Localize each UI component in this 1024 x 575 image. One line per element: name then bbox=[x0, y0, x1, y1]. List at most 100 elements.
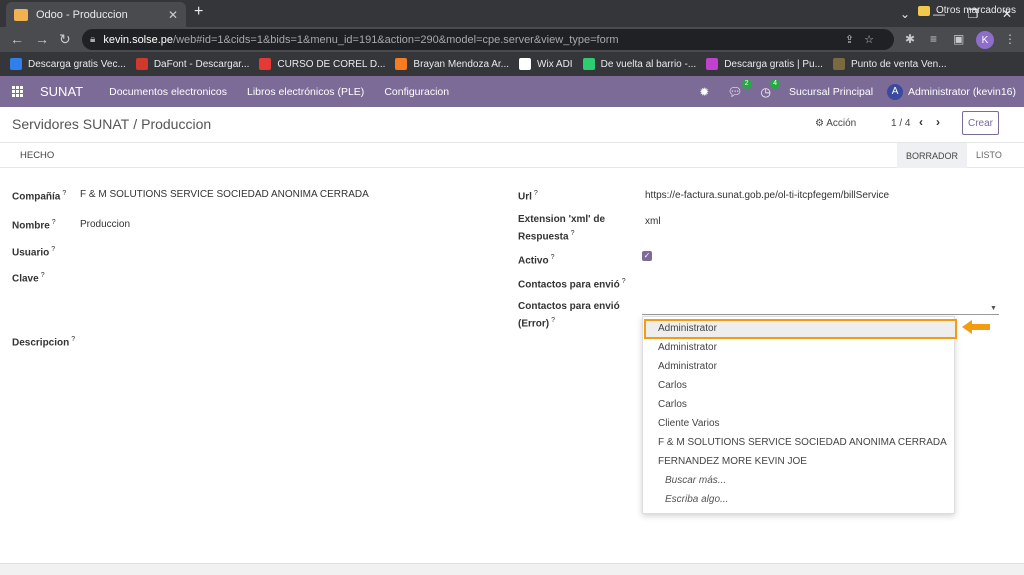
menu-documentos[interactable]: Documentos electronicos bbox=[109, 86, 227, 98]
stage-draft[interactable]: BORRADOR bbox=[897, 143, 967, 168]
navbar-right: ✹ 💬︎ 2 ◷ 4 Sucursal Principal A Administra… bbox=[699, 76, 1024, 107]
bookmark-item[interactable]: DaFont - Descargar... bbox=[126, 58, 249, 70]
key-label: Clave? bbox=[12, 272, 45, 285]
company-label: Compañía? bbox=[12, 190, 67, 203]
activity-icon[interactable]: ◷ 4 bbox=[761, 78, 780, 99]
user-label: Usuario? bbox=[12, 246, 56, 259]
bookmark-favicon-icon bbox=[259, 58, 272, 70]
name-label: Nombre? bbox=[12, 219, 56, 232]
horizontal-scrollbar[interactable] bbox=[0, 563, 1024, 575]
autocomplete-dropdown: Administrator Administrator Administrato… bbox=[642, 316, 957, 514]
bookmark-favicon-icon bbox=[395, 58, 408, 70]
other-bookmarks[interactable]: Otros marcadores bbox=[917, 5, 1016, 16]
browser-tab[interactable]: Odoo - Produccion ✕ bbox=[6, 2, 186, 27]
dropdown-option[interactable]: Carlos bbox=[658, 380, 687, 391]
bug-icon[interactable]: ✹ bbox=[699, 85, 709, 99]
extensions-icon[interactable]: ✱ bbox=[905, 32, 915, 46]
bookmark-item[interactable]: CURSO DE COREL D... bbox=[249, 58, 385, 70]
user-menu[interactable]: Administrator (kevin16) bbox=[908, 86, 1016, 98]
bookmark-favicon-icon bbox=[706, 58, 719, 70]
dropdown-option[interactable]: Carlos bbox=[658, 399, 687, 410]
profile-avatar[interactable]: K bbox=[976, 31, 994, 49]
form-statusbar: HECHO BORRADOR LISTO bbox=[0, 143, 1024, 168]
side-panel-icon[interactable]: ▣ bbox=[953, 32, 964, 46]
odoo-favicon-icon bbox=[14, 8, 28, 21]
contacts-error-input[interactable] bbox=[642, 314, 999, 315]
reload-icon[interactable]: ↻ bbox=[59, 31, 71, 48]
address-bar[interactable]: 🔒︎ kevin.solse.pe/web#id=1&cids=1&bids=1… bbox=[82, 29, 894, 50]
browser-toolbar: ← → ↻ 🔒︎ kevin.solse.pe/web#id=1&cids=1&… bbox=[0, 27, 1024, 52]
bookmark-label: Punto de venta Ven... bbox=[850, 58, 947, 70]
branch-switcher[interactable]: Sucursal Principal bbox=[789, 86, 873, 98]
chevron-left-icon[interactable]: ‹ bbox=[919, 115, 923, 129]
lock-icon: 🔒︎ bbox=[90, 34, 96, 45]
contacts-error-label: Contactos para envió (Error)? bbox=[518, 301, 620, 330]
tab-search-icon[interactable]: ⌄ bbox=[888, 0, 922, 27]
name-value[interactable]: Produccion bbox=[80, 219, 130, 230]
search-more-option[interactable]: Buscar más... bbox=[665, 475, 726, 486]
stage-list[interactable]: LISTO bbox=[976, 150, 1002, 160]
menu-libros[interactable]: Libros electrónicos (PLE) bbox=[247, 86, 364, 98]
arrow-left-icon bbox=[962, 320, 990, 334]
xml-ext-label: Extension 'xml' de Respuesta? bbox=[518, 214, 606, 243]
close-tab-icon[interactable]: ✕ bbox=[168, 8, 178, 22]
bookmark-item[interactable]: Descarga gratis Vec... bbox=[0, 58, 126, 70]
breadcrumb-current: Produccion bbox=[141, 116, 212, 132]
dropdown-option[interactable]: Administrator bbox=[658, 342, 717, 353]
url-label: Url? bbox=[518, 190, 538, 203]
chat-icon[interactable]: 💬︎ 2 bbox=[727, 78, 752, 99]
odoo-navbar: SUNAT Documentos electronicos Libros ele… bbox=[0, 76, 1024, 107]
bookmark-favicon-icon bbox=[519, 58, 532, 70]
other-bookmarks-label: Otros marcadores bbox=[935, 5, 1016, 16]
apps-grid-icon[interactable] bbox=[12, 85, 26, 98]
back-icon[interactable]: ← bbox=[10, 31, 24, 47]
pager-value[interactable]: 1 / 4 bbox=[891, 118, 910, 129]
bookmark-label: Wix ADI bbox=[537, 58, 573, 70]
breadcrumb-parent[interactable]: Servidores SUNAT bbox=[12, 116, 129, 132]
active-label: Activo? bbox=[518, 254, 555, 267]
bookmark-favicon-icon bbox=[832, 58, 845, 70]
tab-title: Odoo - Produccion bbox=[36, 8, 128, 21]
bookmark-label: Descarga gratis Vec... bbox=[28, 58, 126, 70]
caret-down-icon[interactable]: ▼ bbox=[990, 305, 997, 312]
bookmark-item[interactable]: Wix ADI bbox=[509, 58, 573, 70]
bookmark-label: Brayan Mendoza Ar... bbox=[413, 58, 510, 70]
bookmark-label: CURSO DE COREL D... bbox=[277, 58, 386, 70]
done-button[interactable]: HECHO bbox=[20, 150, 54, 161]
dropdown-option[interactable]: FERNANDEZ MORE KEVIN JOE bbox=[658, 456, 807, 467]
bookmark-label: Descarga gratis | Pu... bbox=[724, 58, 823, 70]
user-avatar[interactable]: A bbox=[887, 83, 904, 100]
xml-ext-value[interactable]: xml bbox=[645, 216, 661, 227]
chevron-right-icon[interactable]: › bbox=[936, 115, 940, 129]
bookmark-item[interactable]: De vuelta al barrio -... bbox=[573, 58, 696, 70]
description-label: Descripcion? bbox=[12, 336, 76, 349]
bookmark-favicon-icon bbox=[135, 58, 148, 70]
create-button[interactable]: Crear bbox=[962, 111, 999, 135]
company-value[interactable]: F & M SOLUTIONS SERVICE SOCIEDAD ANONIMA… bbox=[80, 189, 369, 200]
forward-icon[interactable]: → bbox=[35, 31, 49, 47]
bookmark-item[interactable]: Descarga gratis | Pu... bbox=[696, 58, 823, 70]
bookmark-item[interactable]: Brayan Mendoza Ar... bbox=[385, 58, 509, 70]
type-something-option: Escriba algo... bbox=[665, 494, 729, 505]
menu-configuracion[interactable]: Configuracion bbox=[384, 86, 449, 98]
action-menu[interactable]: ⚙ Acción bbox=[815, 118, 856, 129]
url-value[interactable]: https://e-factura.sunat.gob.pe/ol-ti-itc… bbox=[645, 190, 889, 201]
bookmark-item[interactable]: Punto de venta Ven... bbox=[823, 58, 947, 70]
dropdown-option[interactable]: Cliente Varios bbox=[658, 418, 720, 429]
dropdown-option[interactable]: Administrator bbox=[658, 361, 717, 372]
menu-dots-icon[interactable]: ⋮ bbox=[1004, 32, 1016, 46]
dropdown-option[interactable]: F & M SOLUTIONS SERVICE SOCIEDAD ANONIMA… bbox=[658, 437, 947, 448]
url-text: kevin.solse.pe/web#id=1&cids=1&bids=1&me… bbox=[103, 33, 619, 46]
folder-icon bbox=[917, 5, 930, 16]
app-brand[interactable]: SUNAT bbox=[40, 84, 83, 99]
reading-list-icon[interactable]: ≡ bbox=[930, 32, 937, 46]
new-tab-icon[interactable]: + bbox=[194, 3, 203, 21]
messages-badge: 2 bbox=[741, 78, 752, 89]
bookmark-favicon-icon bbox=[582, 58, 595, 70]
active-checkbox[interactable]: ✓ bbox=[642, 251, 652, 261]
breadcrumb-separator: / bbox=[133, 116, 138, 132]
dropdown-option[interactable]: Administrator bbox=[658, 323, 717, 334]
share-and-bookmark-icons[interactable]: ⇪☆ bbox=[845, 33, 884, 46]
breadcrumb: Servidores SUNAT / Produccion bbox=[12, 116, 211, 132]
control-panel: Servidores SUNAT / Produccion ⚙ Acción 1 /… bbox=[0, 107, 1024, 143]
